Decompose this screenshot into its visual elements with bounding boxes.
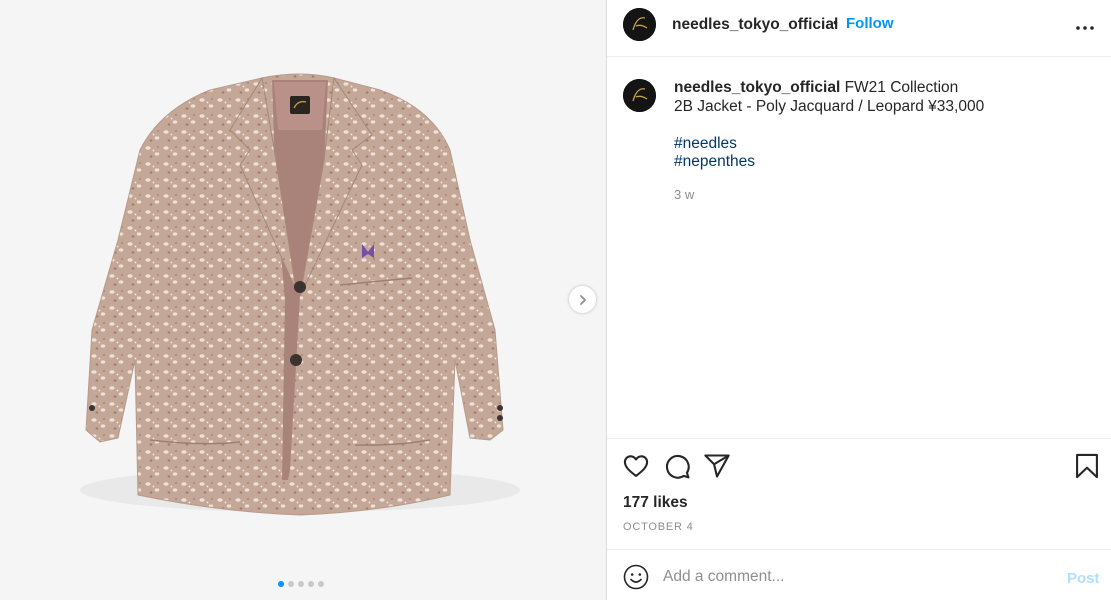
hashtag-link[interactable]: #nepenthes	[674, 153, 1094, 172]
post-caption: needles_tokyo_official FW21 Collection 2…	[607, 57, 1111, 438]
carousel-dot	[318, 581, 324, 587]
caption-text: needles_tokyo_official FW21 Collection 2…	[674, 79, 1094, 172]
brand-logo	[623, 8, 656, 41]
follow-button[interactable]: Follow	[846, 15, 894, 32]
chevron-right-icon	[579, 294, 586, 305]
caption-line-1: FW21 Collection	[844, 79, 959, 96]
comment-form: Post	[607, 549, 1111, 600]
next-image-button[interactable]	[569, 286, 596, 313]
avatar[interactable]	[623, 79, 656, 112]
more-options-icon[interactable]	[1073, 16, 1097, 40]
heart-icon[interactable]	[622, 452, 650, 480]
share-icon[interactable]	[703, 452, 731, 480]
post-header: needles_tokyo_official • Follow	[607, 0, 1111, 57]
bookmark-icon[interactable]	[1073, 452, 1101, 480]
comment-input[interactable]	[663, 562, 1043, 592]
carousel-dot	[308, 581, 314, 587]
post-age[interactable]: 3 w	[674, 187, 694, 202]
comment-icon[interactable]	[663, 452, 691, 480]
post-details: needles_tokyo_official • Follow needles_…	[606, 0, 1111, 600]
post-comment-button[interactable]: Post	[1067, 570, 1100, 587]
likes-count[interactable]: 177 likes	[623, 494, 688, 512]
carousel-dot	[278, 581, 284, 587]
hashtag-link[interactable]: #needles	[674, 135, 1094, 154]
post-actions: 177 likes OCTOBER 4	[607, 438, 1111, 549]
caption-line-2: 2B Jacket - Poly Jacquard / Leopard ¥33,…	[674, 97, 985, 115]
carousel-indicator	[278, 581, 324, 587]
post-media	[0, 0, 606, 600]
separator-dot: •	[833, 14, 838, 30]
caption-username[interactable]: needles_tokyo_official	[674, 79, 840, 96]
post-date: OCTOBER 4	[623, 521, 694, 533]
brand-logo	[623, 79, 656, 112]
jacket-photo	[80, 73, 520, 516]
carousel-dot	[298, 581, 304, 587]
avatar[interactable]	[623, 8, 656, 41]
carousel-dot	[288, 581, 294, 587]
emoji-icon[interactable]	[623, 564, 649, 590]
username-link[interactable]: needles_tokyo_official	[672, 16, 838, 34]
